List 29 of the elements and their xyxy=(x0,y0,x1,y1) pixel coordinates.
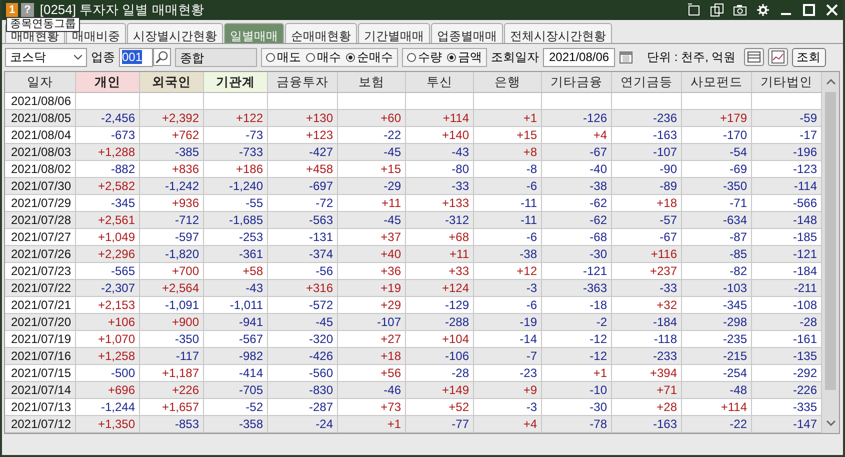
unit-text: 단위 : 천주, 억원 xyxy=(647,48,736,66)
table-cell: -78 xyxy=(542,416,612,433)
sector-name-field: 종합 xyxy=(175,48,257,66)
table-cell: +1 xyxy=(338,416,406,433)
column-header: 금융투자 xyxy=(268,72,338,93)
column-header: 연기금등 xyxy=(612,72,682,93)
table-cell: +4 xyxy=(474,416,542,433)
column-header: 사모펀드 xyxy=(682,72,752,93)
table-cell: 2021/07/12 xyxy=(5,416,76,433)
date-label: 조회일자 xyxy=(491,48,539,66)
column-header: 기타법인 xyxy=(752,72,822,93)
column-header: 기관계 xyxy=(204,72,268,93)
table-cell: -163 xyxy=(612,416,682,433)
column-header: 은행 xyxy=(474,72,542,93)
table-cell: +1,350 xyxy=(76,416,140,433)
table-cell: -77 xyxy=(406,416,474,433)
table-cell: -22 xyxy=(682,416,752,433)
table-cell: -358 xyxy=(204,416,268,433)
column-header: 투신 xyxy=(406,72,474,93)
tooltip: 종목연동그룹 xyxy=(6,17,80,32)
column-header: 외국인 xyxy=(140,72,204,93)
column-header: 개인 xyxy=(76,72,140,93)
table-cell: -853 xyxy=(140,416,204,433)
table-cell: -24 xyxy=(268,416,338,433)
column-header: 보험 xyxy=(338,72,406,93)
column-header: 일자 xyxy=(5,72,76,93)
column-header: 기타금융 xyxy=(542,72,612,93)
window-title: [0254] 투자자 일별 매매현황 xyxy=(40,1,204,18)
sector-label: 업종 xyxy=(91,48,115,66)
